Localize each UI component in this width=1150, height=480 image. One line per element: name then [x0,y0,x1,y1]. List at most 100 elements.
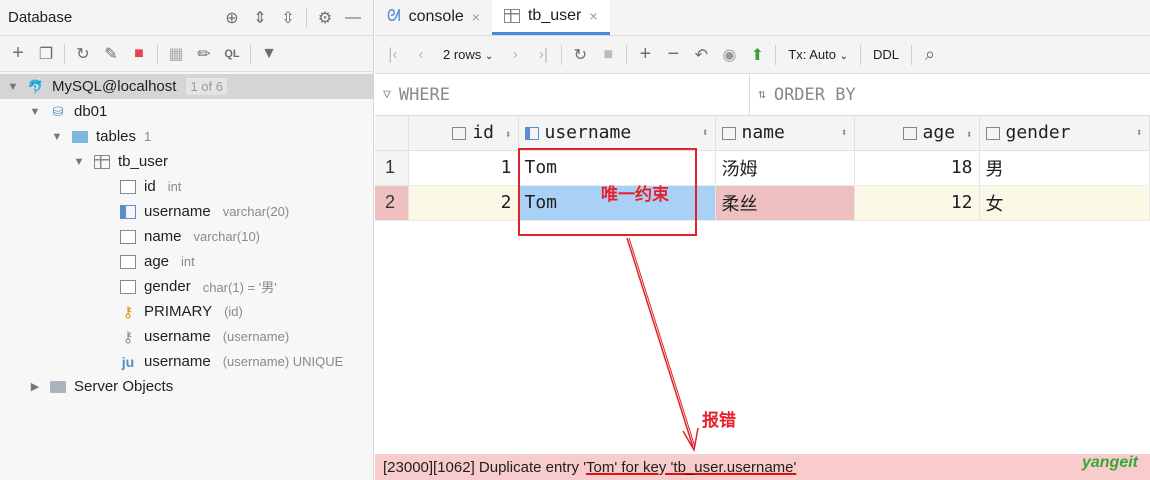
cell-name[interactable]: 柔丝 [715,185,855,221]
chevron-right-icon[interactable]: ▶ [28,380,42,393]
tools-icon[interactable]: ✎ [97,40,125,68]
minimize-icon[interactable]: — [339,4,367,32]
cell-gender[interactable]: 女 [979,185,1150,221]
table-icon[interactable]: ▦ [162,40,190,68]
chevron-down-icon[interactable]: ▼ [50,131,64,143]
sort-icon: ⇅ [758,87,766,102]
first-page-icon[interactable]: |‹ [379,41,407,69]
divider [626,44,628,65]
column-header-name[interactable]: name ⬍ [715,116,855,151]
tree-unique-username[interactable]: ju username (username) UNIQUE [0,349,373,374]
refresh-icon[interactable]: ↻ [566,41,594,69]
console-icon: ᘛ [387,8,401,25]
refresh-icon[interactable]: ↻ [69,40,97,68]
sort-icon: ⬍ [1135,126,1143,140]
row-number[interactable]: 1 [375,150,409,186]
editor-tabs: ᘛ console × tb_user × [375,0,1150,36]
expand-all-icon[interactable]: ⇕ [246,4,274,32]
close-icon[interactable]: × [589,8,597,24]
row-number[interactable]: 2 [375,185,409,221]
stop-icon[interactable]: ■ [125,40,153,68]
cell-age[interactable]: 18 [854,150,980,186]
last-page-icon[interactable]: ›| [529,41,557,69]
crosshair-icon[interactable]: ⊕ [218,4,246,32]
key-name: username [144,328,211,345]
table-row[interactable]: 2 2 Tom 柔丝 12 女 [375,185,1150,221]
index-key-icon: ⚷ [122,328,134,346]
divider [911,44,913,65]
cell-age[interactable]: 12 [854,185,980,221]
editor-panel: ᘛ console × tb_user × |‹ ‹ 2 rows ⌄ › ›|… [375,0,1150,480]
column-header-gender[interactable]: gender ⬍ [979,116,1150,151]
search-icon[interactable]: ⌕ [916,41,944,69]
ddl-button[interactable]: DDL [865,47,907,62]
cell-gender[interactable]: 男 [979,150,1150,186]
error-entry: Tom [586,458,615,476]
transaction-mode-dropdown[interactable]: Tx: Auto ⌄ [780,47,856,62]
tables-count: 1 [144,129,152,144]
add-icon[interactable]: + [4,40,32,68]
column-icon [118,278,138,296]
sort-icon: ⬍ [701,126,709,140]
stop-icon[interactable]: ■ [594,41,622,69]
collapse-all-icon[interactable]: ⇳ [274,4,302,32]
tree-table-tb-user[interactable]: ▼ tb_user [0,149,373,174]
gear-icon[interactable]: ⚙ [311,4,339,32]
filter-icon[interactable]: ▼ [255,40,283,68]
arrow-line [626,237,694,448]
tree-column-id[interactable]: id int [0,174,373,199]
row-number-header [375,116,409,151]
tree-index-username[interactable]: ⚷ username (username) [0,324,373,349]
add-row-icon[interactable]: + [631,41,659,69]
chevron-down-icon[interactable]: ▼ [28,106,42,118]
cell-name[interactable]: 汤姆 [715,150,855,186]
edit-icon[interactable]: ✏ [190,40,218,68]
column-type: char(1) = '男' [202,280,277,295]
column-label: username [544,122,632,144]
order-by-input[interactable]: ⇅ ORDER BY [750,74,1150,115]
tab-console[interactable]: ᘛ console × [375,0,492,35]
tree-column-username[interactable]: username varchar(20) [0,199,373,224]
tree-server-objects[interactable]: ▶ Server Objects [0,374,373,399]
tree-column-name[interactable]: name varchar(10) [0,224,373,249]
submit-icon[interactable]: ⬆ [743,41,771,69]
tree-key-primary[interactable]: ⚷ PRIMARY (id) [0,299,373,324]
previous-page-icon[interactable]: ‹ [407,41,435,69]
folder-icon [70,128,90,146]
column-name: age [144,253,170,270]
annotation-unique-constraint: 唯一约束 [601,185,669,205]
close-icon[interactable]: × [472,9,480,25]
revert-icon[interactable]: ↶ [687,41,715,69]
where-filter-input[interactable]: ▽ WHERE [375,74,750,115]
tree-column-age[interactable]: age int [0,249,373,274]
query-console-icon[interactable]: QL [218,40,246,68]
cell-id[interactable]: 1 [408,150,519,186]
column-header-username[interactable]: username ⬍ [518,116,716,151]
column-header-id[interactable]: id ⬍ [408,116,519,151]
primary-key-column-icon [118,178,138,196]
preview-icon[interactable]: ◉ [715,41,743,69]
tree-column-gender[interactable]: gender char(1) = '男' [0,274,373,299]
order-by-placeholder: ORDER BY [773,84,856,105]
column-icon [721,126,736,140]
tab-label: tb_user [527,6,582,24]
tree-connection[interactable]: ▼ 🐬 MySQL@localhost 1 of 6 [0,74,373,99]
copy-icon[interactable]: ❐ [32,40,60,68]
chevron-down-icon[interactable]: ▼ [6,81,20,93]
table-row[interactable]: 1 1 Tom 汤姆 18 男 [375,150,1150,186]
tables-label: tables [96,128,137,145]
key-detail: (username) UNIQUE [222,354,344,369]
next-page-icon[interactable]: › [501,41,529,69]
delete-row-icon[interactable]: − [659,41,687,69]
cell-id[interactable]: 2 [408,185,519,221]
tree-schema[interactable]: ▼ ⛁ db01 [0,99,373,124]
database-toolbar: + ❐ ↻ ✎ ■ ▦ ✏ QL ▼ [0,36,373,72]
tree-tables-folder[interactable]: ▼ tables 1 [0,124,373,149]
tab-tb-user[interactable]: tb_user × [491,0,610,35]
chevron-down-icon[interactable]: ▼ [72,156,86,168]
column-name: gender [144,278,191,295]
column-header-age[interactable]: age ⬍ [854,116,980,151]
annotation-error: 报错 [702,411,736,431]
rows-count-dropdown[interactable]: 2 rows ⌄ [435,47,501,62]
column-type: int [181,254,195,269]
